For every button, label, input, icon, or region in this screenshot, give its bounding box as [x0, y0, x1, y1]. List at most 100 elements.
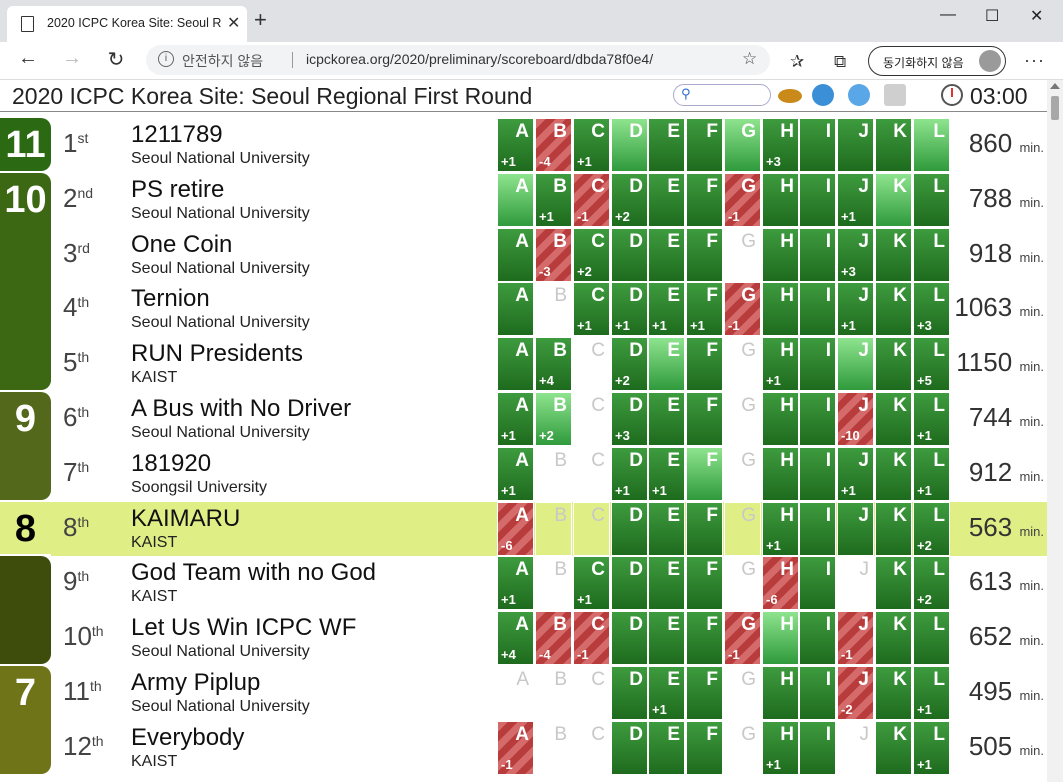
problem-cell[interactable]: I — [799, 227, 836, 282]
problem-cell[interactable]: E — [648, 611, 685, 666]
problem-cell[interactable]: F — [686, 392, 723, 446]
team-row[interactable]: 11th Army Piplup Seoul National University… — [0, 666, 1047, 720]
problem-cell[interactable]: K — [875, 611, 912, 666]
problem-cell[interactable]: A +1 — [497, 556, 534, 611]
problem-cell[interactable]: K — [875, 118, 912, 172]
problem-cell[interactable]: G — [724, 118, 761, 172]
address-bar[interactable]: i 안전하지 않음 icpckorea.org/2020/preliminary… — [146, 45, 770, 75]
team-row[interactable]: 7th 181920 Soongsil University A +1 B C D +1 E +1 F… — [0, 446, 1047, 501]
problem-cell[interactable]: G — [724, 556, 761, 611]
problem-cell[interactable]: E — [648, 392, 685, 446]
problem-cell[interactable]: K — [875, 172, 912, 227]
problem-cell[interactable]: J — [837, 337, 874, 392]
problem-cell[interactable]: D — [611, 666, 648, 720]
problem-cell[interactable]: C +1 — [573, 556, 610, 611]
problem-cell[interactable]: C -1 — [573, 611, 610, 666]
problem-cell[interactable]: A +1 — [497, 392, 534, 446]
problem-cell[interactable]: A — [497, 227, 534, 282]
problem-cell[interactable]: C -1 — [573, 172, 610, 227]
info-icon[interactable]: i — [158, 51, 174, 67]
problem-cell[interactable]: H — [762, 282, 799, 337]
problem-cell[interactable]: H +1 — [762, 501, 799, 556]
team-row[interactable]: 12th Everybody KAIST A -1 B C D E F G H +1 I J K L +1 505 … — [0, 720, 1047, 775]
problem-cell[interactable]: B -3 — [535, 227, 572, 282]
problem-cell[interactable]: D — [611, 556, 648, 611]
problem-cell[interactable]: A — [497, 172, 534, 227]
problem-cell[interactable]: K — [875, 227, 912, 282]
problem-cell[interactable]: C — [573, 666, 610, 720]
problem-cell[interactable]: B — [535, 501, 572, 556]
team-name[interactable]: Let Us Win ICPC WF — [131, 614, 356, 642]
close-icon[interactable]: ✕ — [227, 13, 240, 33]
problem-cell[interactable]: D — [611, 227, 648, 282]
problem-cell[interactable]: E — [648, 118, 685, 172]
problem-cell[interactable]: I — [799, 282, 836, 337]
problem-cell[interactable]: C — [573, 501, 610, 556]
problem-cell[interactable]: K — [875, 666, 912, 720]
problem-cell[interactable]: L +3 — [913, 282, 950, 337]
problem-cell[interactable]: L — [913, 118, 950, 172]
problem-cell[interactable]: E — [648, 172, 685, 227]
megaphone-icon[interactable] — [884, 84, 906, 106]
problem-cell[interactable]: B +2 — [535, 392, 572, 446]
team-name[interactable]: Ternion — [131, 285, 210, 313]
team-row[interactable]: 6th A Bus with No Driver Seoul National Un… — [0, 392, 1047, 446]
problem-cell[interactable]: J — [837, 118, 874, 172]
team-row[interactable]: 3rd One Coin Seoul National University A B -3… — [0, 227, 1047, 282]
problem-cell[interactable]: C +1 — [573, 282, 610, 337]
forward-icon[interactable]: → — [58, 47, 86, 70]
minimize-icon[interactable]: — — [940, 6, 956, 24]
problem-cell[interactable]: L +2 — [913, 501, 950, 556]
problem-cell[interactable]: G — [724, 446, 761, 501]
team-name[interactable]: God Team with no God — [131, 559, 376, 587]
problem-cell[interactable]: B — [535, 666, 572, 720]
problem-cell[interactable]: C — [573, 392, 610, 446]
problem-cell[interactable]: A -1 — [497, 720, 534, 775]
problem-cell[interactable]: E +1 — [648, 446, 685, 501]
problem-cell[interactable]: A — [497, 282, 534, 337]
problem-cell[interactable]: C — [573, 446, 610, 501]
problem-cell[interactable]: F — [686, 172, 723, 227]
team-name[interactable]: Army Piplup — [131, 669, 260, 697]
problem-cell[interactable]: E +1 — [648, 282, 685, 337]
scrollbar[interactable] — [1047, 80, 1063, 782]
problem-cell[interactable]: D — [611, 720, 648, 775]
problem-cell[interactable]: D — [611, 501, 648, 556]
team-name[interactable]: PS retire — [131, 176, 224, 204]
problem-cell[interactable]: D — [611, 611, 648, 666]
problem-cell[interactable]: J -2 — [837, 666, 874, 720]
problem-cell[interactable]: K — [875, 501, 912, 556]
problem-cell[interactable]: K — [875, 556, 912, 611]
problem-cell[interactable]: H — [762, 611, 799, 666]
problem-cell[interactable]: F — [686, 666, 723, 720]
sync-button[interactable]: 동기화하지 않음 — [868, 46, 1006, 76]
scroll-thumb[interactable] — [1051, 96, 1059, 120]
problem-cell[interactable]: F — [686, 446, 723, 501]
problem-cell[interactable]: L +2 — [913, 556, 950, 611]
problem-cell[interactable]: E — [648, 501, 685, 556]
problem-cell[interactable]: J +1 — [837, 282, 874, 337]
problem-cell[interactable]: F — [686, 118, 723, 172]
problem-cell[interactable]: C — [573, 337, 610, 392]
problem-cell[interactable]: H -6 — [762, 556, 799, 611]
problem-cell[interactable]: I — [799, 118, 836, 172]
problem-cell[interactable]: E — [648, 337, 685, 392]
problem-cell[interactable]: I — [799, 446, 836, 501]
problem-cell[interactable]: D +3 — [611, 392, 648, 446]
problem-cell[interactable]: F — [686, 556, 723, 611]
problem-cell[interactable]: C — [573, 720, 610, 775]
skip-icon[interactable] — [848, 84, 870, 106]
team-row[interactable]: 2nd PS retire Seoul National University A B +… — [0, 172, 1047, 227]
problem-cell[interactable]: K — [875, 392, 912, 446]
problem-cell[interactable]: B — [535, 720, 572, 775]
problem-cell[interactable]: F — [686, 611, 723, 666]
problem-cell[interactable]: E — [648, 227, 685, 282]
problem-cell[interactable]: J +1 — [837, 446, 874, 501]
team-name[interactable]: RUN Presidents — [131, 340, 303, 368]
problem-cell[interactable]: A — [497, 337, 534, 392]
problem-cell[interactable]: L — [913, 227, 950, 282]
problem-cell[interactable]: A +1 — [497, 446, 534, 501]
sync-refresh-icon[interactable] — [812, 84, 834, 106]
problem-cell[interactable]: K — [875, 720, 912, 775]
maximize-icon[interactable]: ☐ — [985, 6, 999, 26]
